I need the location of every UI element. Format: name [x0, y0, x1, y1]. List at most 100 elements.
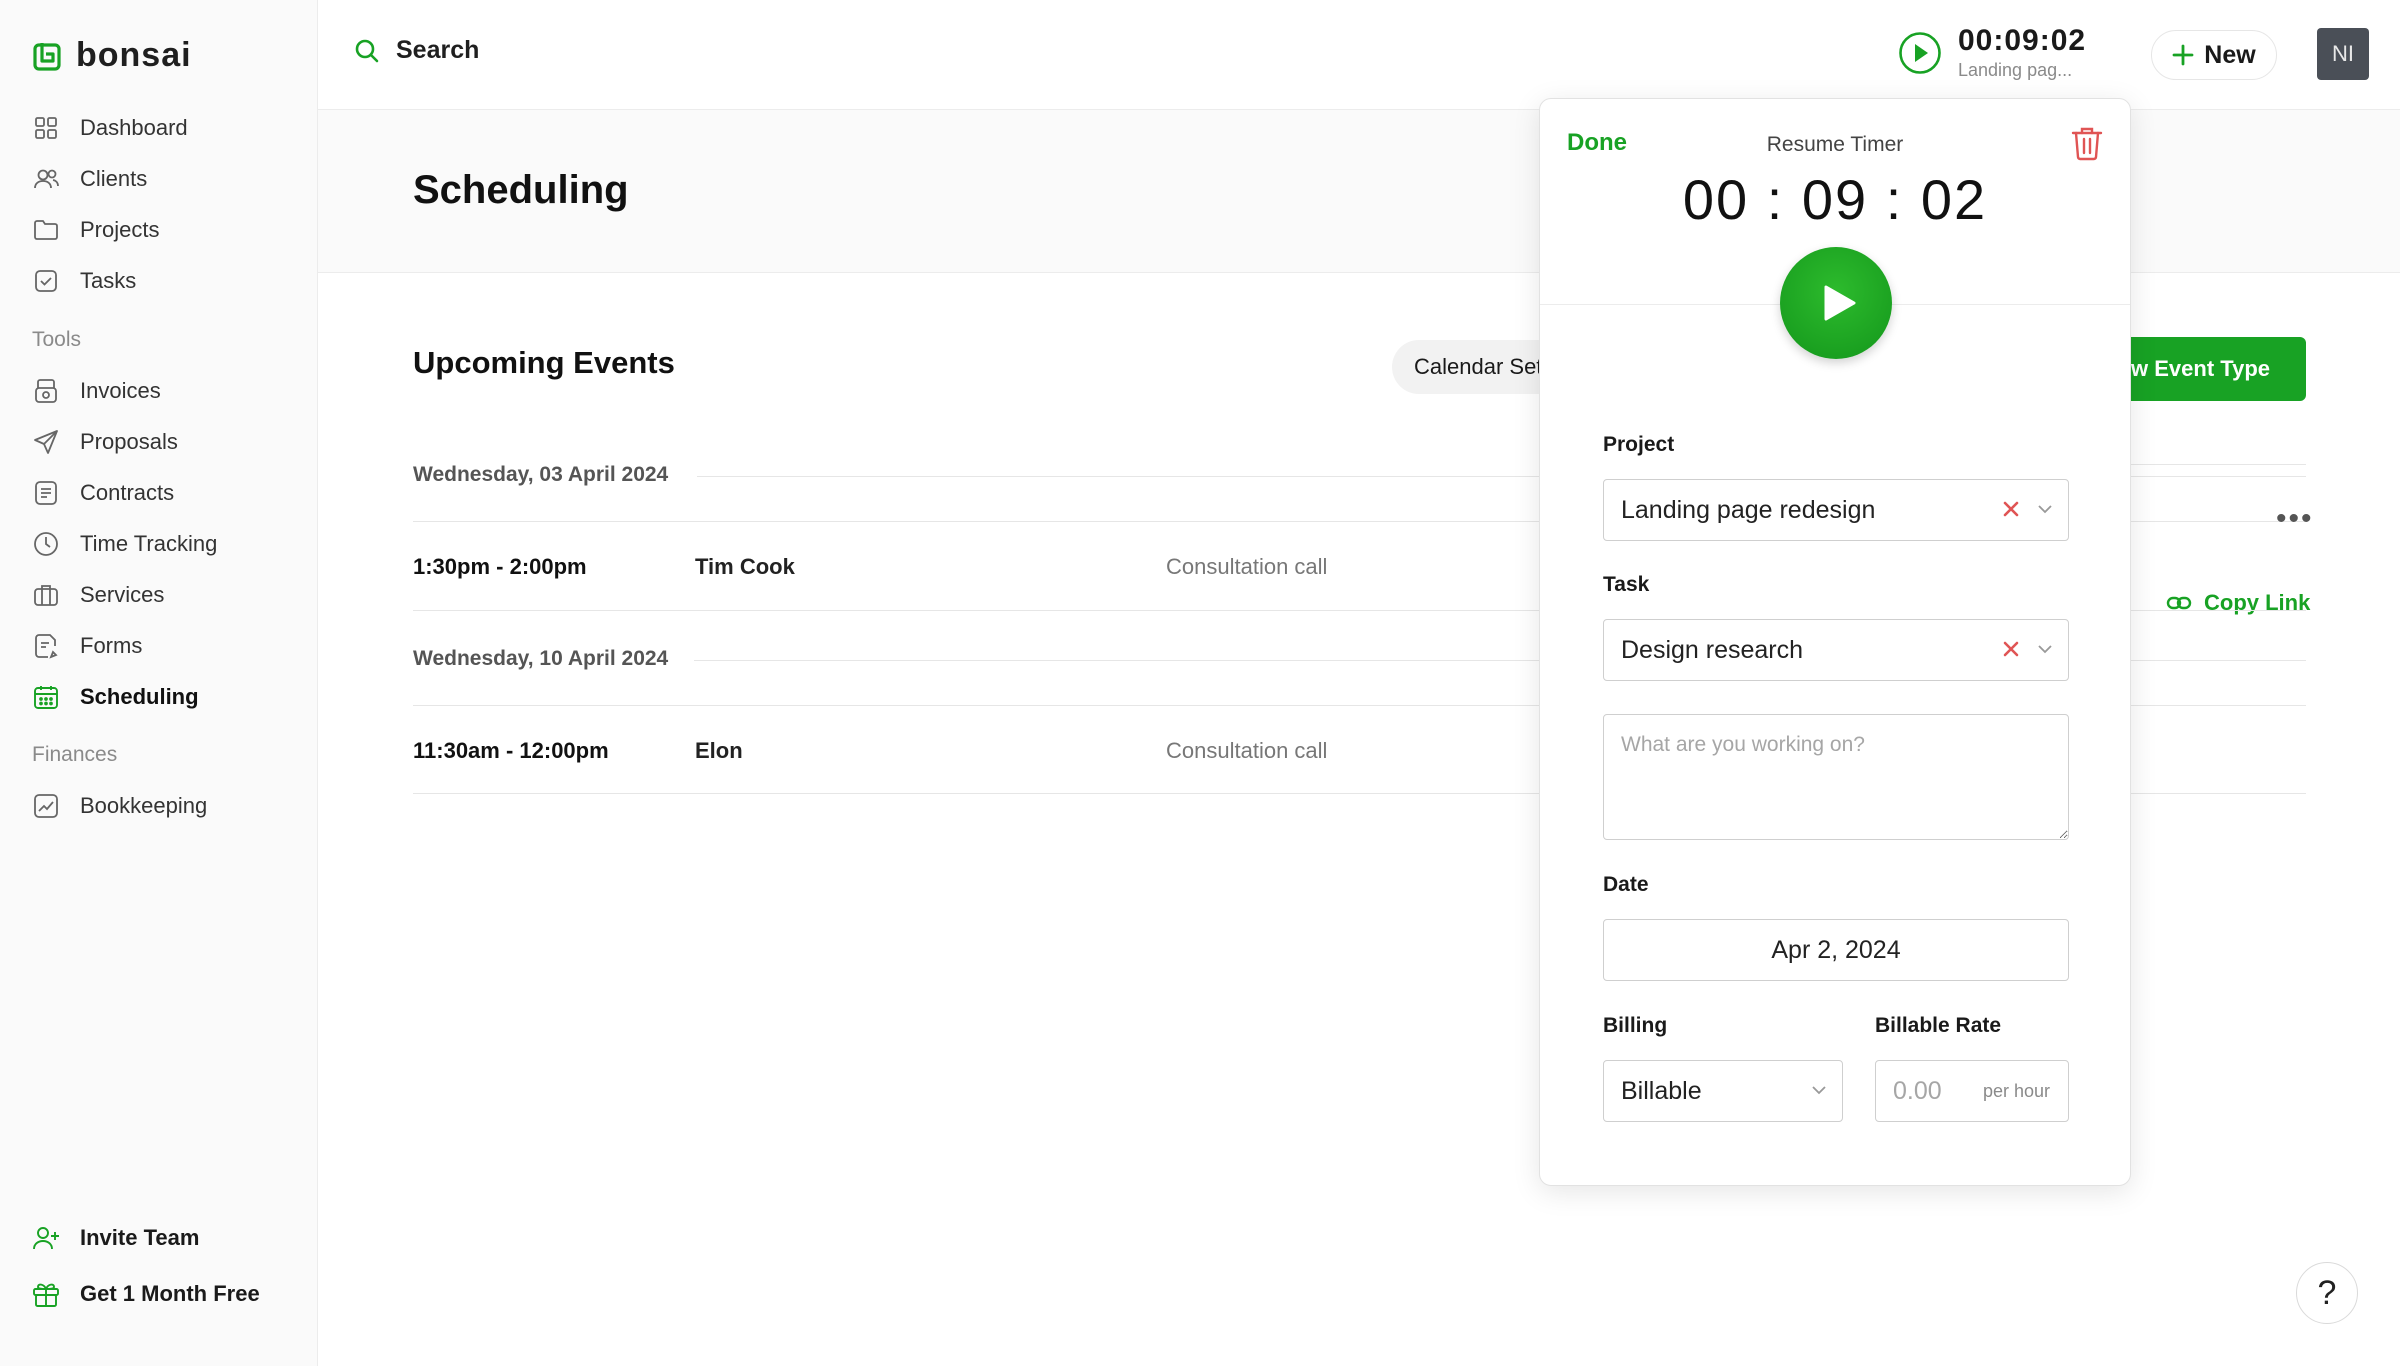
resume-timer-label: Resume Timer: [1766, 133, 1904, 156]
bonsai-logo-icon: [33, 42, 61, 71]
billable-rate-unit: per hour: [1982, 1081, 2050, 1101]
get-month-free-button[interactable]: Get 1 Month Free: [32, 1274, 260, 1314]
event-type: Consultation call: [1166, 554, 1328, 579]
sidebar-item-time-tracking[interactable]: Time Tracking: [32, 524, 217, 564]
sidebar-item-label: Invoices: [80, 378, 161, 403]
link-icon: [2166, 596, 2192, 610]
sidebar-item-proposals[interactable]: Proposals: [32, 422, 178, 462]
sidebar-item-tasks[interactable]: Tasks: [32, 261, 136, 301]
notes-input[interactable]: [1603, 714, 2069, 840]
finances-section-label: Finances: [32, 743, 118, 766]
sidebar-item-label: Forms: [80, 633, 143, 658]
clock-icon: [32, 530, 60, 558]
checkbox-icon: [32, 267, 60, 295]
topbar-timer-text: 00:09:02 Landing pag...: [1958, 24, 2086, 81]
timer-popover: Done Resume Timer 00 : 09 : 02 Project L…: [1539, 98, 2131, 1186]
get-month-free-label: Get 1 Month Free: [80, 1281, 260, 1306]
billable-rate-label: Billable Rate: [1875, 1014, 2002, 1037]
billing-label: Billing: [1603, 1014, 1668, 1037]
chevron-down-icon: [2038, 505, 2052, 514]
event-time: 1:30pm - 2:00pm: [413, 554, 587, 579]
sidebar-item-scheduling[interactable]: Scheduling: [32, 677, 199, 717]
invite-team-label: Invite Team: [80, 1225, 200, 1250]
sidebar-item-label: Services: [80, 582, 165, 607]
user-plus-icon: [32, 1224, 60, 1252]
copy-link-button[interactable]: Copy Link: [2166, 590, 2310, 616]
folder-icon: [32, 216, 60, 244]
date-input[interactable]: Apr 2, 2024: [1603, 919, 2069, 981]
topbar-timer-project: Landing pag...: [1958, 60, 2073, 80]
document-icon: [32, 479, 60, 507]
briefcase-icon: [32, 581, 60, 609]
sidebar-item-label: Proposals: [80, 429, 178, 454]
task-value: Design research: [1621, 635, 1804, 664]
sidebar-item-contracts[interactable]: Contracts: [32, 473, 174, 513]
sidebar-item-projects[interactable]: Projects: [32, 210, 159, 250]
top-bar: Search 00:09:02 Landing pag... New NI: [318, 0, 2400, 110]
task-label: Task: [1603, 573, 1650, 596]
chevron-down-icon: [2038, 645, 2052, 654]
topbar-timer-time: 00:09:02: [1958, 24, 2087, 57]
help-button[interactable]: ?: [2296, 1262, 2358, 1324]
search-icon: [355, 39, 379, 62]
search-label: Search: [396, 36, 480, 64]
sidebar-item-label: Clients: [80, 166, 148, 191]
form-icon: [32, 632, 60, 660]
invoice-icon: [32, 377, 60, 405]
sidebar-item-forms[interactable]: Forms: [32, 626, 142, 666]
new-button[interactable]: New: [2151, 30, 2277, 80]
sidebar-item-label: Projects: [80, 217, 160, 242]
calendar-icon: [32, 683, 60, 711]
event-date-heading: Wednesday, 10 April 2024: [413, 647, 669, 670]
project-select[interactable]: Landing page redesign: [1603, 479, 2069, 541]
bonsai-logo[interactable]: bonsai: [32, 36, 192, 75]
event-date-heading: Wednesday, 03 April 2024: [413, 463, 669, 486]
brand-name: bonsai: [76, 36, 192, 74]
event-time: 11:30am - 12:00pm: [413, 738, 609, 763]
copy-link-label: Copy Link: [2204, 590, 2311, 615]
sidebar-item-bookkeeping[interactable]: Bookkeeping: [32, 786, 207, 826]
sidebar-item-label: Bookkeeping: [80, 793, 208, 818]
grid-icon: [32, 114, 60, 142]
event-attendee[interactable]: Tim Cook: [695, 554, 795, 580]
billing-select[interactable]: Billable: [1603, 1060, 1843, 1122]
project-value: Landing page redesign: [1621, 495, 1876, 524]
plus-icon: [2172, 44, 2194, 66]
play-icon: [1824, 285, 1856, 321]
sidebar-item-clients[interactable]: Clients: [32, 159, 147, 199]
project-label: Project: [1603, 433, 1675, 456]
sidebar: bonsai Dashboard Clients Projects Tasks …: [0, 0, 318, 1366]
billable-rate-input[interactable]: 0.00 per hour: [1875, 1060, 2069, 1122]
sidebar-item-dashboard[interactable]: Dashboard: [32, 108, 188, 148]
clear-icon[interactable]: [2002, 500, 2020, 518]
search-button[interactable]: Search: [354, 36, 479, 65]
more-options-icon[interactable]: •••: [2276, 502, 2314, 536]
invite-team-button[interactable]: Invite Team: [32, 1218, 199, 1258]
billable-rate-value: 0.00: [1893, 1076, 1942, 1105]
event-type: Consultation call: [1166, 738, 1328, 763]
sidebar-item-invoices[interactable]: Invoices: [32, 371, 161, 411]
sidebar-item-label: Scheduling: [80, 684, 199, 709]
timer-display: 00 : 09 : 02: [1682, 168, 1988, 231]
send-icon: [32, 428, 60, 456]
sidebar-item-label: Dashboard: [80, 115, 188, 140]
tools-section-label: Tools: [32, 328, 82, 351]
sidebar-item-services[interactable]: Services: [32, 575, 164, 615]
play-circle-icon: [1899, 31, 1941, 74]
sidebar-item-label: Time Tracking: [80, 531, 218, 556]
clear-icon[interactable]: [2002, 640, 2020, 658]
sidebar-item-label: Tasks: [80, 268, 137, 293]
divider: [2131, 464, 2306, 465]
billing-value: Billable: [1621, 1076, 1702, 1105]
play-button[interactable]: [1780, 247, 1892, 359]
task-select[interactable]: Design research: [1603, 619, 2069, 681]
chart-icon: [32, 792, 60, 820]
chevron-down-icon: [1812, 1086, 1826, 1095]
gift-icon: [32, 1280, 60, 1308]
avatar[interactable]: NI: [2317, 28, 2369, 80]
users-icon: [32, 165, 60, 193]
trash-icon[interactable]: [2070, 125, 2104, 161]
event-attendee[interactable]: Elon: [695, 738, 743, 764]
topbar-timer[interactable]: 00:09:02 Landing pag...: [1898, 24, 2086, 81]
new-button-label: New: [2204, 40, 2256, 69]
